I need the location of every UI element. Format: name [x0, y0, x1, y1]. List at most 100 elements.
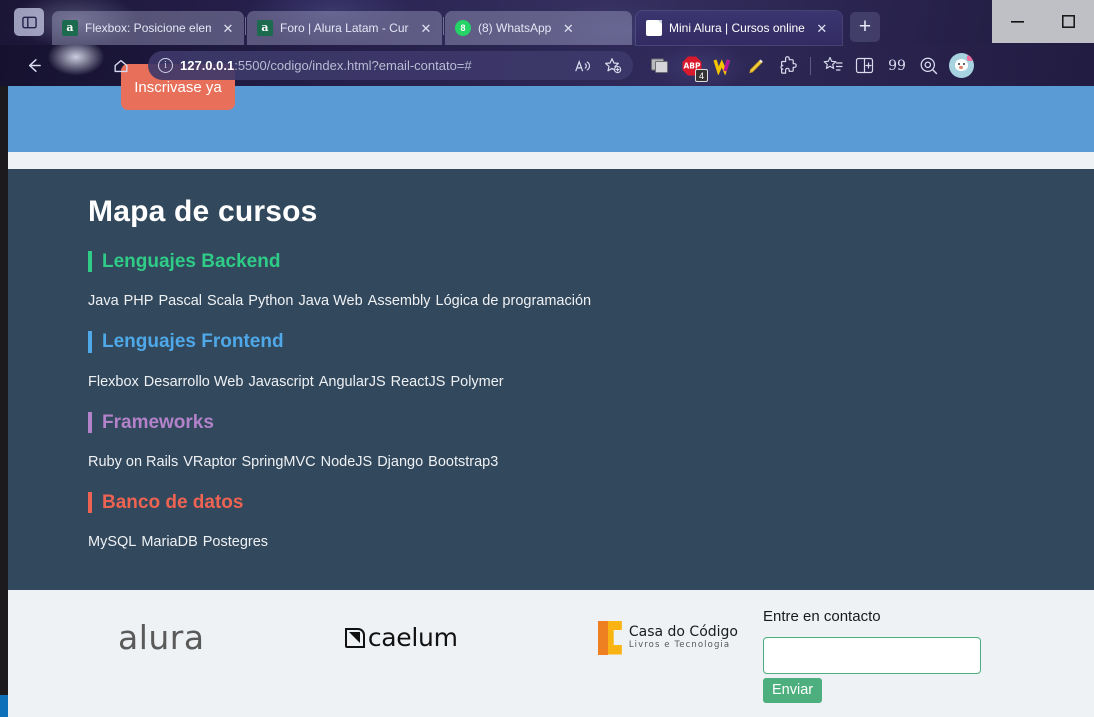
tab-list: a Flexbox: Posicione elemento ✕ a Foro |… [52, 6, 880, 45]
course-item[interactable]: VRaptor [183, 454, 236, 470]
course-item[interactable]: Postegres [203, 534, 268, 550]
course-item[interactable]: Polymer [450, 374, 503, 390]
new-tab-button[interactable]: + [850, 12, 880, 42]
enviar-button[interactable]: Enviar [763, 678, 823, 703]
caelum-logo-text: caelum [367, 623, 458, 652]
browser-tab-4-active[interactable]: Mini Alura | Cursos online ✕ [636, 11, 842, 45]
course-map-section: Mapa de cursos Lenguajes Backend Java PHP… [8, 169, 1094, 590]
course-category-database: Banco de datos MySQL MariaDB Postegres [88, 491, 1094, 550]
category-course-list: MySQL MariaDB Postegres [88, 534, 1094, 550]
alura-favicon: a [62, 20, 78, 36]
category-course-list: Java PHP Pascal Scala Python Java Web Assembly… [88, 293, 1094, 309]
window-controls [992, 0, 1094, 43]
tab-title: (8) WhatsApp [478, 21, 552, 35]
maximize-button[interactable] [1043, 0, 1094, 43]
course-item[interactable]: Java Web [298, 293, 362, 309]
address-bar[interactable]: i 127.0.0.1:5500/codigo/index.html?email… [148, 51, 633, 80]
tab-divider [245, 16, 246, 35]
course-category-frameworks: Frameworks Ruby on Rails VRaptor SpringMVC… [88, 411, 1094, 470]
category-heading: Lenguajes Frontend [88, 331, 1094, 353]
course-item[interactable]: Lógica de programación [436, 293, 592, 309]
highlighter-pen-icon[interactable] [741, 51, 771, 81]
course-item[interactable]: SpringMVC [241, 454, 315, 470]
course-item[interactable]: NodeJS [321, 454, 373, 470]
caelum-mark-icon [344, 627, 365, 648]
tab-close-icon[interactable]: ✕ [218, 18, 238, 38]
course-item[interactable]: Bootstrap3 [428, 454, 498, 470]
home-icon[interactable] [104, 49, 138, 83]
course-item[interactable]: MariaDB [141, 534, 197, 550]
casa-do-codigo-title: Casa do Código [628, 623, 738, 640]
course-item[interactable]: MySQL [88, 534, 136, 550]
browser-tab-3[interactable]: 8 (8) WhatsApp ✕ [445, 11, 632, 45]
tab-title: Foro | Alura Latam - Cursos c [280, 21, 409, 35]
url-path: :5500/codigo/index.html?email-contato=# [234, 58, 472, 73]
back-arrow-icon[interactable] [16, 49, 50, 83]
contact-label: Entre en contacto [763, 608, 881, 625]
tab-actions-icon[interactable] [14, 8, 44, 36]
casa-do-codigo-logo: Casa do Código Livros e Tecnologia [597, 620, 738, 655]
browser-window: a Flexbox: Posicione elemento ✕ a Foro |… [0, 0, 1094, 717]
contact-form: Entre en contacto Enviar [763, 608, 1063, 703]
course-item[interactable]: ReactJS [391, 374, 446, 390]
tab-close-icon[interactable]: ✕ [812, 18, 832, 38]
course-item[interactable]: Desarrollo Web [144, 374, 244, 390]
course-item[interactable]: Ruby on Rails [88, 454, 178, 470]
image-stack-icon[interactable] [645, 51, 675, 81]
profile-avatar[interactable] [946, 51, 976, 81]
casa-do-codigo-tagline: Livros e Tecnologia [628, 640, 731, 651]
wappalyzer-icon[interactable] [709, 51, 739, 81]
casa-do-codigo-mark-icon [597, 620, 622, 655]
tab-strip: a Flexbox: Posicione elemento ✕ a Foro |… [0, 0, 1094, 45]
document-favicon [646, 20, 662, 36]
tab-divider [443, 16, 444, 35]
extensions-puzzle-icon[interactable] [773, 51, 803, 81]
course-item[interactable]: Django [377, 454, 423, 470]
browser-tab-2[interactable]: a Foro | Alura Latam - Cursos c ✕ [247, 11, 442, 45]
page-footer: alura caelum Casa do Código Livros e Tec… [8, 590, 1094, 717]
course-item[interactable]: Assembly [368, 293, 431, 309]
tab-title: Mini Alura | Cursos online [669, 21, 805, 35]
banner-spacer [8, 152, 1094, 169]
minimize-button[interactable] [992, 0, 1043, 43]
profile-glyph-icon [60, 49, 94, 83]
page-viewport: Inscrivase ya Mapa de cursos Lenguajes B… [0, 64, 1094, 717]
email-contact-input[interactable] [763, 637, 981, 674]
course-category-backend: Lenguajes Backend Java PHP Pascal Scala Pyth… [88, 251, 1094, 309]
extension-tray: ABP 4 99 [645, 51, 976, 82]
quotes-icon[interactable]: 99 [882, 51, 912, 81]
category-heading: Banco de datos [88, 491, 1094, 514]
course-item[interactable]: AngularJS [319, 374, 386, 390]
whatsapp-favicon: 8 [455, 20, 471, 36]
add-favorite-icon[interactable] [601, 54, 625, 78]
page-title: Mapa de cursos [88, 195, 318, 228]
browser-tab-1[interactable]: a Flexbox: Posicione elemento ✕ [52, 11, 244, 45]
course-item[interactable]: Java [88, 293, 119, 309]
caelum-logo: caelum [344, 623, 458, 652]
course-item[interactable]: Python [248, 293, 293, 309]
course-item[interactable]: Flexbox [88, 374, 139, 390]
course-item[interactable]: Pascal [158, 293, 202, 309]
adblock-plus-icon[interactable]: ABP 4 [677, 51, 708, 82]
tab-close-icon[interactable]: ✕ [558, 18, 578, 38]
split-screen-icon[interactable] [850, 51, 880, 81]
tab-close-icon[interactable]: ✕ [416, 18, 436, 38]
category-heading: Lenguajes Backend [88, 251, 1094, 273]
taskbar-peek [0, 695, 8, 717]
category-course-list: Flexbox Desarrollo Web Javascript AngularJS… [88, 374, 1094, 390]
url-host: 127.0.0.1 [180, 58, 235, 73]
casa-do-codigo-text-block: Casa do Código Livros e Tecnologia [628, 623, 738, 651]
window-left-edge [0, 86, 8, 717]
course-item[interactable]: Scala [207, 293, 243, 309]
course-item[interactable]: Javascript [248, 374, 313, 390]
alura-favicon: a [257, 20, 273, 36]
hero-banner: Inscrivase ya [8, 64, 1094, 152]
screenshot-icon[interactable] [914, 51, 944, 81]
read-aloud-icon[interactable] [570, 54, 594, 78]
course-item[interactable]: PHP [124, 293, 154, 309]
alura-logo: alura [118, 618, 205, 657]
category-course-list: Ruby on Rails VRaptor SpringMVC NodeJS Djang… [88, 454, 1094, 470]
collections-icon[interactable] [818, 51, 848, 81]
site-info-icon[interactable]: i [158, 58, 173, 73]
url-text: 127.0.0.1:5500/codigo/index.html?email-c… [180, 58, 563, 73]
